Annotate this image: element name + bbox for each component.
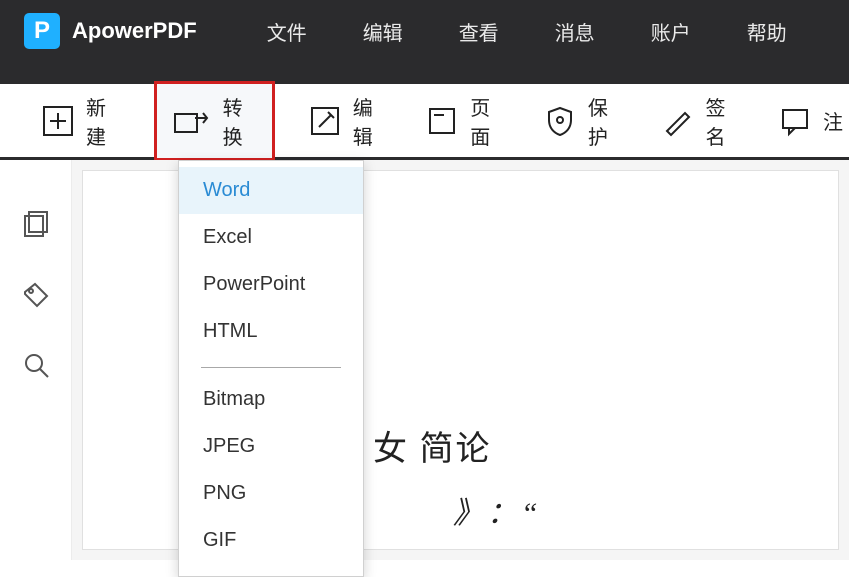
dropdown-item-png[interactable]: PNG [179,470,363,517]
page-button[interactable]: 页面 [420,88,510,154]
dark-strip [0,62,849,84]
protect-label: 保护 [588,92,622,150]
search-icon[interactable] [19,348,53,382]
dropdown-item-html[interactable]: HTML [179,308,363,355]
menubar: P ApowerPDF 文件 编辑 查看 消息 账户 帮助 [0,0,849,62]
dropdown-item-excel[interactable]: Excel [179,214,363,261]
app-logo: P ApowerPDF [0,13,221,49]
comment-icon [779,105,811,137]
menu-view[interactable]: 查看 [459,17,499,46]
dropdown-item-word[interactable]: Word [179,167,363,214]
dropdown-group-images: Bitmap JPEG PNG GIF [179,376,363,572]
page-label: 页面 [470,92,504,150]
sidebar [0,160,72,560]
page-icon [426,105,458,137]
pen-icon [661,105,693,137]
dropdown-item-powerpoint[interactable]: PowerPoint [179,261,363,308]
sign-button[interactable]: 签名 [655,88,745,154]
dropdown-separator [201,367,341,368]
menu-account[interactable]: 账户 [651,17,691,46]
annotate-label: 注 [823,106,843,135]
annotate-button[interactable]: 注 [773,101,849,141]
new-label: 新建 [86,92,120,150]
sign-label: 签名 [705,92,739,150]
new-button[interactable]: 新建 [36,88,126,154]
menu-items: 文件 编辑 查看 消息 账户 帮助 [267,17,787,46]
convert-dropdown: Word Excel PowerPoint HTML Bitmap JPEG P… [178,160,364,577]
tag-icon[interactable] [19,278,53,312]
dropdown-group-documents: Word Excel PowerPoint HTML [179,167,363,363]
document-text: 女 简论 》：“ 可以了解… [373,421,543,550]
app-title: ApowerPDF [72,18,197,44]
dropdown-item-gif[interactable]: GIF [179,517,363,564]
edit-icon [309,105,341,137]
menu-edit[interactable]: 编辑 [363,17,403,46]
workspace: 女 简论 》：“ 可以了解… [0,160,849,560]
dropdown-item-jpeg[interactable]: JPEG [179,423,363,470]
convert-button[interactable]: 转换 [154,81,275,161]
toolbar: 新建 转换 编辑 页面 保护 签名 注 [0,84,849,160]
logo-badge: P [24,13,60,49]
shield-icon [544,105,576,137]
protect-button[interactable]: 保护 [538,88,628,154]
doc-line2: 》：“ [453,488,543,532]
menu-message[interactable]: 消息 [555,17,595,46]
menu-file[interactable]: 文件 [267,17,307,46]
convert-label: 转换 [223,92,256,150]
pages-panel-icon[interactable] [19,208,53,242]
plus-icon [42,105,74,137]
edit-button[interactable]: 编辑 [303,88,393,154]
doc-line1: 女 简论 [373,421,543,470]
dropdown-item-bitmap[interactable]: Bitmap [179,376,363,423]
menu-help[interactable]: 帮助 [747,17,787,46]
convert-icon [173,106,211,136]
edit-label: 编辑 [353,92,387,150]
